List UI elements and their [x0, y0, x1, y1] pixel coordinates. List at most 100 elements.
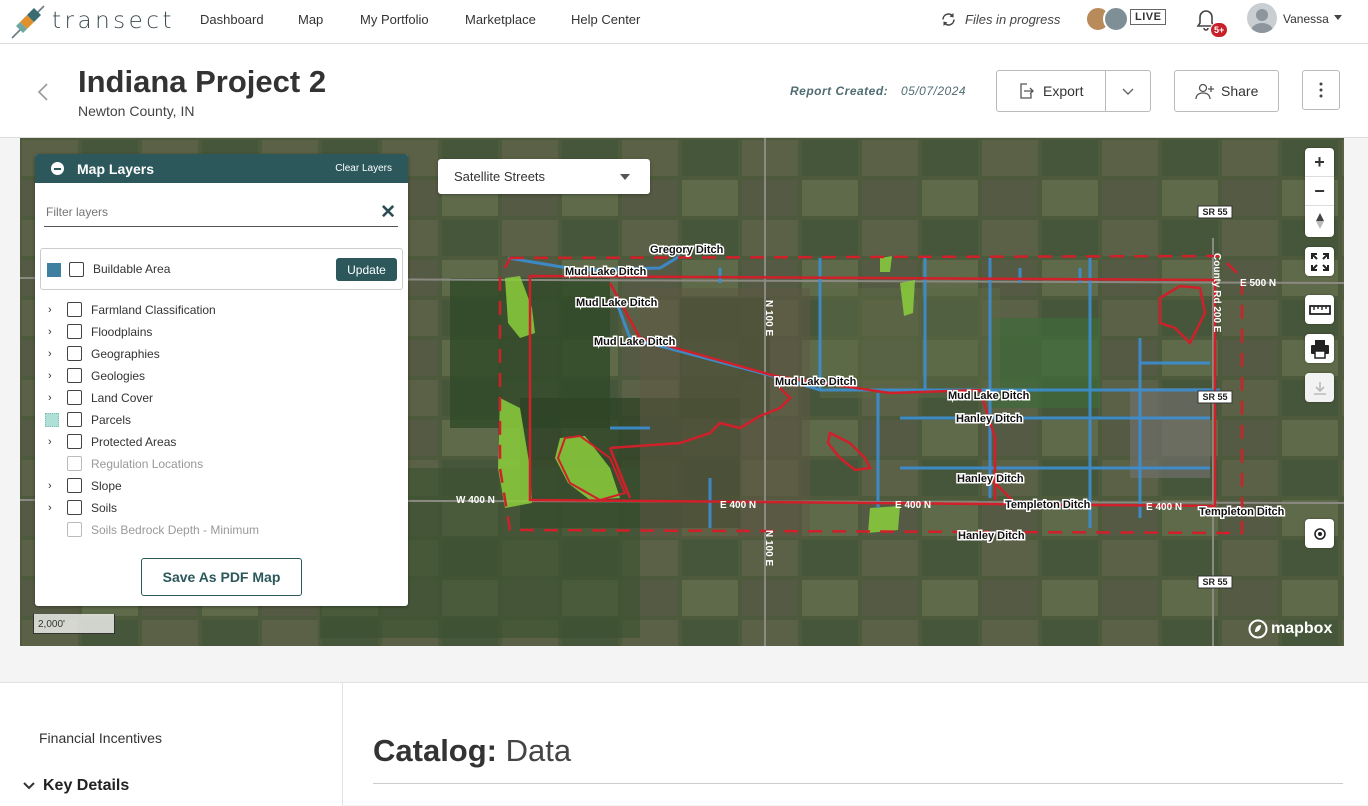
layer-floodplains[interactable]: › Floodplains — [35, 321, 408, 343]
layer-checkbox[interactable] — [67, 346, 82, 361]
road-label: W 400 N — [456, 495, 495, 506]
report-body: Financial Incentives Key Details Catalog… — [0, 682, 1368, 806]
layer-farmland-classification[interactable]: › Farmland Classification — [35, 299, 408, 321]
road-label: E 500 N — [1240, 278, 1276, 289]
catalog-heading: Catalog: Data — [373, 733, 571, 769]
save-as-pdf-map-button[interactable]: Save As PDF Map — [141, 558, 302, 596]
download-button[interactable] — [1305, 373, 1334, 402]
notification-count-badge: 5+ — [1210, 22, 1229, 38]
filter-layers-input[interactable] — [44, 198, 364, 219]
scale-bar: 2,000' — [33, 614, 115, 634]
ditch-label: Mud Lake Ditch — [948, 390, 1030, 402]
share-button[interactable]: Share — [1174, 70, 1279, 112]
page-title: Indiana Project 2 — [78, 64, 327, 99]
buildable-area-row: Buildable Area Update — [40, 248, 403, 290]
brand-logo[interactable]: transect — [10, 2, 171, 40]
ditch-label: Gregory Ditch — [650, 244, 724, 256]
layer-checkbox[interactable] — [67, 434, 82, 449]
measure-button[interactable] — [1305, 295, 1334, 324]
export-dropdown-button[interactable] — [1106, 71, 1150, 111]
user-menu-caret-icon[interactable] — [1334, 15, 1342, 20]
user-name[interactable]: Vanessa — [1283, 12, 1329, 26]
zoom-in-button[interactable]: + — [1305, 148, 1334, 177]
mapbox-attribution[interactable]: mapbox — [1248, 619, 1332, 639]
layer-checkbox[interactable] — [67, 368, 82, 383]
buildable-area-swatch — [47, 263, 61, 277]
shield-label: SR 55 — [1202, 577, 1227, 587]
sidebar-item-financial-incentives[interactable]: Financial Incentives — [39, 730, 162, 746]
road-label: N 100 E — [763, 530, 774, 566]
refresh-icon — [942, 13, 955, 26]
export-button[interactable]: Export — [997, 71, 1107, 111]
catalog-heading-bold: Catalog: — [373, 733, 497, 768]
zoom-out-button[interactable]: − — [1305, 177, 1334, 206]
shield-label: SR 55 — [1202, 392, 1227, 402]
clear-layers-button[interactable]: Clear Layers — [335, 163, 392, 174]
buildable-area-label: Buildable Area — [93, 262, 171, 276]
layer-soils[interactable]: › Soils — [35, 497, 408, 519]
layer-checkbox — [67, 522, 82, 537]
chevron-right-icon[interactable]: › — [48, 348, 52, 360]
chevron-right-icon[interactable]: › — [48, 326, 52, 338]
layer-checkbox[interactable] — [67, 390, 82, 405]
zoom-controls: + − — [1305, 148, 1334, 237]
fullscreen-button[interactable] — [1305, 247, 1334, 276]
mapbox-label: mapbox — [1271, 620, 1333, 637]
locate-button[interactable] — [1305, 519, 1334, 548]
road-label: E 400 N — [720, 500, 756, 511]
page-subtitle: Newton County, IN — [78, 103, 195, 119]
layer-geologies[interactable]: › Geologies — [35, 365, 408, 387]
layer-parcels[interactable]: Parcels — [35, 409, 408, 431]
buildable-area-checkbox[interactable] — [69, 262, 84, 277]
filter-layers: ✕ — [44, 198, 398, 227]
compass-icon — [1315, 212, 1324, 229]
chevron-right-icon[interactable]: › — [48, 304, 52, 316]
nav-my-portfolio[interactable]: My Portfolio — [360, 12, 429, 27]
basemap-selected-value: Satellite Streets — [454, 169, 546, 184]
layer-geographies[interactable]: › Geographies — [35, 343, 408, 365]
chevron-right-icon[interactable]: › — [48, 370, 52, 382]
catalog-heading-rest: Data — [497, 733, 572, 768]
print-button[interactable] — [1305, 334, 1334, 363]
layer-label: Soils Bedrock Depth - Minimum — [91, 523, 260, 537]
chevron-right-icon[interactable]: › — [48, 392, 52, 404]
vertical-dots-icon — [1319, 82, 1323, 98]
user-avatar[interactable] — [1247, 3, 1277, 33]
chevron-right-icon[interactable]: › — [48, 502, 52, 514]
layer-slope[interactable]: › Slope — [35, 475, 408, 497]
compass-button[interactable] — [1305, 206, 1334, 235]
layer-protected-areas[interactable]: › Protected Areas — [35, 431, 408, 453]
ditch-label: Mud Lake Ditch — [565, 266, 647, 278]
nav-dashboard[interactable]: Dashboard — [200, 12, 264, 27]
nav-marketplace[interactable]: Marketplace — [465, 12, 536, 27]
parcels-swatch — [45, 413, 59, 427]
user-icon — [1251, 9, 1273, 33]
layer-checkbox[interactable] — [67, 478, 82, 493]
more-options-button[interactable] — [1302, 70, 1340, 110]
chevron-right-icon[interactable]: › — [48, 480, 52, 492]
layer-checkbox[interactable] — [67, 302, 82, 317]
layer-checkbox[interactable] — [67, 500, 82, 515]
layer-label: Parcels — [91, 413, 132, 427]
report-created-date: 05/07/2024 — [901, 84, 967, 98]
basemap-select[interactable]: Satellite Streets — [438, 159, 650, 194]
update-button[interactable]: Update — [336, 258, 397, 281]
nav-help-center[interactable]: Help Center — [571, 12, 640, 27]
layer-label: Protected Areas — [91, 435, 177, 449]
layer-checkbox[interactable] — [67, 324, 82, 339]
ditch-label: Mud Lake Ditch — [576, 297, 658, 309]
key-details-label: Key Details — [43, 777, 130, 794]
target-icon — [1313, 527, 1326, 540]
clear-filter-icon[interactable]: ✕ — [380, 201, 396, 224]
collapse-icon[interactable] — [51, 162, 64, 175]
layer-checkbox — [67, 456, 82, 471]
mapbox-logo-icon — [1248, 619, 1268, 639]
layer-land-cover[interactable]: › Land Cover — [35, 387, 408, 409]
download-icon — [1313, 381, 1326, 395]
chevron-right-icon[interactable]: › — [48, 436, 52, 448]
back-button[interactable] — [36, 82, 50, 107]
files-in-progress[interactable]: Files in progress — [940, 11, 1060, 28]
sidebar-section-key-details[interactable]: Key Details — [22, 777, 129, 795]
layer-checkbox[interactable] — [67, 412, 82, 427]
nav-map[interactable]: Map — [298, 12, 323, 27]
